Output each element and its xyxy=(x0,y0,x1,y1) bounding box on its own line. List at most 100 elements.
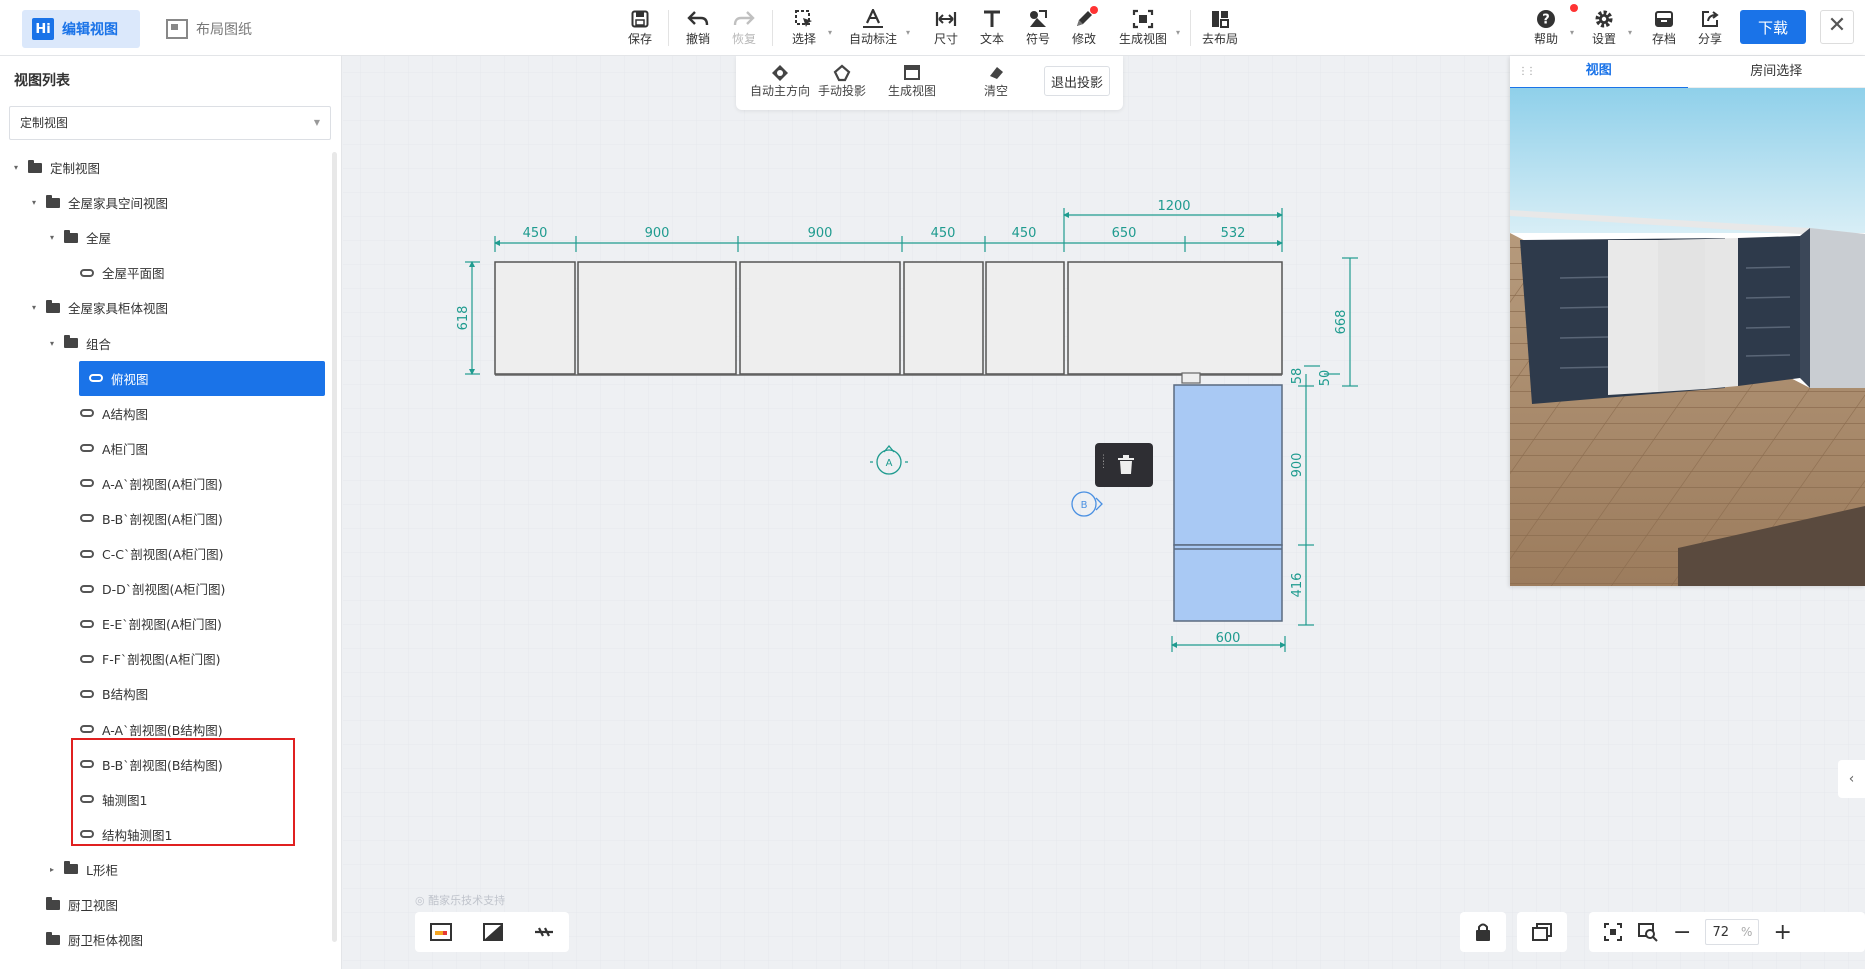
auto-direction-button[interactable]: 自动主方向 xyxy=(750,64,810,99)
save-button[interactable]: 保存 xyxy=(622,8,658,50)
tree-item[interactable]: D-D`剖视图(A柜门图) xyxy=(0,571,330,606)
fit-view-icon[interactable] xyxy=(1603,922,1623,942)
dimension-button[interactable]: 尺寸 xyxy=(928,8,964,50)
tree-item[interactable]: E-E`剖视图(A柜门图) xyxy=(0,606,330,641)
select-button[interactable]: 选择 ▾ xyxy=(786,8,832,50)
tree-item[interactable]: A结构图 xyxy=(0,396,330,431)
trash-icon[interactable] xyxy=(1117,455,1135,475)
close-icon[interactable]: ✕ xyxy=(1820,10,1854,44)
zoom-input[interactable]: 72 % xyxy=(1705,919,1760,945)
copy-icon xyxy=(1532,923,1552,941)
dim-label: 650 xyxy=(1112,226,1137,241)
tree-item[interactable]: A-A`剖视图(B结构图) xyxy=(0,712,330,747)
mode-tab-layout-drawing[interactable]: 布局图纸 xyxy=(156,10,266,48)
clear-button[interactable]: 清空 xyxy=(984,64,1008,99)
caret-down-icon[interactable]: ▾ xyxy=(28,198,40,207)
folder-icon xyxy=(64,335,78,349)
redo-button[interactable]: 恢复 xyxy=(726,8,762,50)
tree-item[interactable]: 全屋平面图 xyxy=(0,255,330,290)
zoom-region-icon[interactable] xyxy=(1637,922,1659,942)
tree-item[interactable]: ▾ 定制视图 xyxy=(0,150,330,185)
generate-view-button[interactable]: 生成视图 ▾ xyxy=(1116,8,1180,50)
archive-button[interactable]: 存档 xyxy=(1646,8,1682,50)
tree-item[interactable]: ▾ 全屋家具柜体视图 xyxy=(0,290,330,325)
link-icon xyxy=(80,549,94,558)
notification-badge xyxy=(1090,6,1098,14)
dropdown-caret-icon: ▾ xyxy=(827,28,832,37)
tree-item[interactable]: C-C`剖视图(A柜门图) xyxy=(0,536,330,571)
copy-view-button[interactable] xyxy=(1517,912,1567,952)
collapse-panel-button[interactable]: ‹ xyxy=(1838,760,1865,798)
dropdown-caret-icon: ▾ xyxy=(905,28,910,37)
caret-down-icon[interactable]: ▾ xyxy=(46,339,58,348)
lock-button[interactable] xyxy=(1460,912,1506,952)
tree-item[interactable]: B-B`剖视图(A柜门图) xyxy=(0,501,330,536)
modify-button[interactable]: 修改 xyxy=(1066,8,1102,50)
caret-right-icon[interactable]: ▸ xyxy=(46,865,58,874)
link-icon xyxy=(80,689,94,698)
side-wall xyxy=(1810,228,1865,388)
bottom-left-toolbar xyxy=(415,912,569,952)
manual-projection-button[interactable]: 手动投影 xyxy=(818,64,866,99)
undo-button[interactable]: 撤销 xyxy=(680,8,716,50)
sub-generate-view-button[interactable]: 生成视图 xyxy=(888,64,936,99)
goto-layout-button[interactable]: 去布局 xyxy=(1200,8,1240,50)
tree-item[interactable]: ▾ 组合 xyxy=(0,325,330,360)
tree-item[interactable]: A柜门图 xyxy=(0,431,330,466)
tree-item[interactable]: 结构轴测图1 xyxy=(0,817,330,852)
auto-annotate-button[interactable]: 自动标注 ▾ xyxy=(846,8,910,50)
tree-item-label: 全屋 xyxy=(86,231,112,247)
symbol-button[interactable]: 符号 xyxy=(1020,8,1056,50)
layer-color-icon[interactable] xyxy=(429,922,453,942)
tree-item[interactable]: 厨卫视图 xyxy=(0,887,330,922)
tree-item[interactable]: 轴测图1 xyxy=(0,782,330,817)
tree-item[interactable]: F-F`剖视图(A柜门图) xyxy=(0,641,330,676)
archive-icon xyxy=(1654,8,1674,30)
cabinet-4 xyxy=(903,261,984,375)
exit-projection-button[interactable]: 退出投影 xyxy=(1044,66,1110,96)
settings-button[interactable]: 设置 ▾ xyxy=(1586,8,1632,50)
tree-item[interactable]: ▾ 全屋家具空间视图 xyxy=(0,185,330,220)
manual-projection-icon xyxy=(833,64,851,82)
tree-item-label: C-C`剖视图(A柜门图) xyxy=(102,547,224,563)
tree-item[interactable]: A-A`剖视图(A柜门图) xyxy=(0,466,330,501)
drag-handle-icon[interactable]: ⋮⋮ xyxy=(1099,455,1108,470)
undo-icon xyxy=(687,8,709,30)
view-type-select[interactable]: 定制视图 ▼ xyxy=(9,106,331,140)
tree-item[interactable]: 俯视图 xyxy=(79,360,325,396)
text-icon xyxy=(982,8,1002,30)
tree-item[interactable]: ▸ L形柜 xyxy=(0,852,330,887)
lock-icon xyxy=(1476,923,1490,941)
scrollbar[interactable] xyxy=(332,152,337,942)
link-icon xyxy=(89,374,103,383)
caret-down-icon[interactable]: ▾ xyxy=(10,163,22,172)
tree-item[interactable]: ▾ 全屋 xyxy=(0,220,330,255)
tree-item[interactable]: B-B`剖视图(B结构图) xyxy=(0,747,330,782)
tree-item[interactable]: 厨卫柜体视图 xyxy=(0,922,330,957)
caret-down-icon[interactable]: ▾ xyxy=(46,233,58,242)
link-icon xyxy=(80,725,94,734)
tree-item-label: F-F`剖视图(A柜门图) xyxy=(102,652,221,668)
drag-handle-icon[interactable]: ⋮⋮ xyxy=(1518,66,1536,77)
zoom-in-button[interactable]: + xyxy=(1773,920,1791,945)
download-button[interactable]: 下载 xyxy=(1740,10,1806,44)
mode-tab-edit-view[interactable]: Hi 编辑视图 xyxy=(22,10,140,48)
fill-toggle-icon[interactable] xyxy=(482,922,504,942)
corner-piece xyxy=(1181,372,1201,384)
tab-room-select[interactable]: 房间选择 xyxy=(1688,56,1865,88)
zoom-controls: − 72 % + xyxy=(1589,912,1865,952)
caret-down-icon[interactable]: ▾ xyxy=(28,303,40,312)
cabinet-6 xyxy=(1067,261,1283,375)
3d-render-view[interactable] xyxy=(1510,88,1865,586)
mode-tab-label: 布局图纸 xyxy=(196,22,252,38)
help-button[interactable]: ? 帮助 ▾ xyxy=(1528,8,1574,50)
tree-item[interactable]: B结构图 xyxy=(0,676,330,711)
text-button[interactable]: 文本 xyxy=(974,8,1010,50)
share-button[interactable]: 分享 xyxy=(1692,8,1728,50)
tab-view[interactable]: 视图 xyxy=(1510,55,1688,89)
zoom-out-button[interactable]: − xyxy=(1673,920,1691,945)
connector-icon[interactable] xyxy=(533,922,555,942)
dropdown-caret-icon: ▾ xyxy=(1627,28,1632,37)
tree-item-label: 结构轴测图1 xyxy=(102,827,173,843)
link-icon xyxy=(80,268,94,277)
